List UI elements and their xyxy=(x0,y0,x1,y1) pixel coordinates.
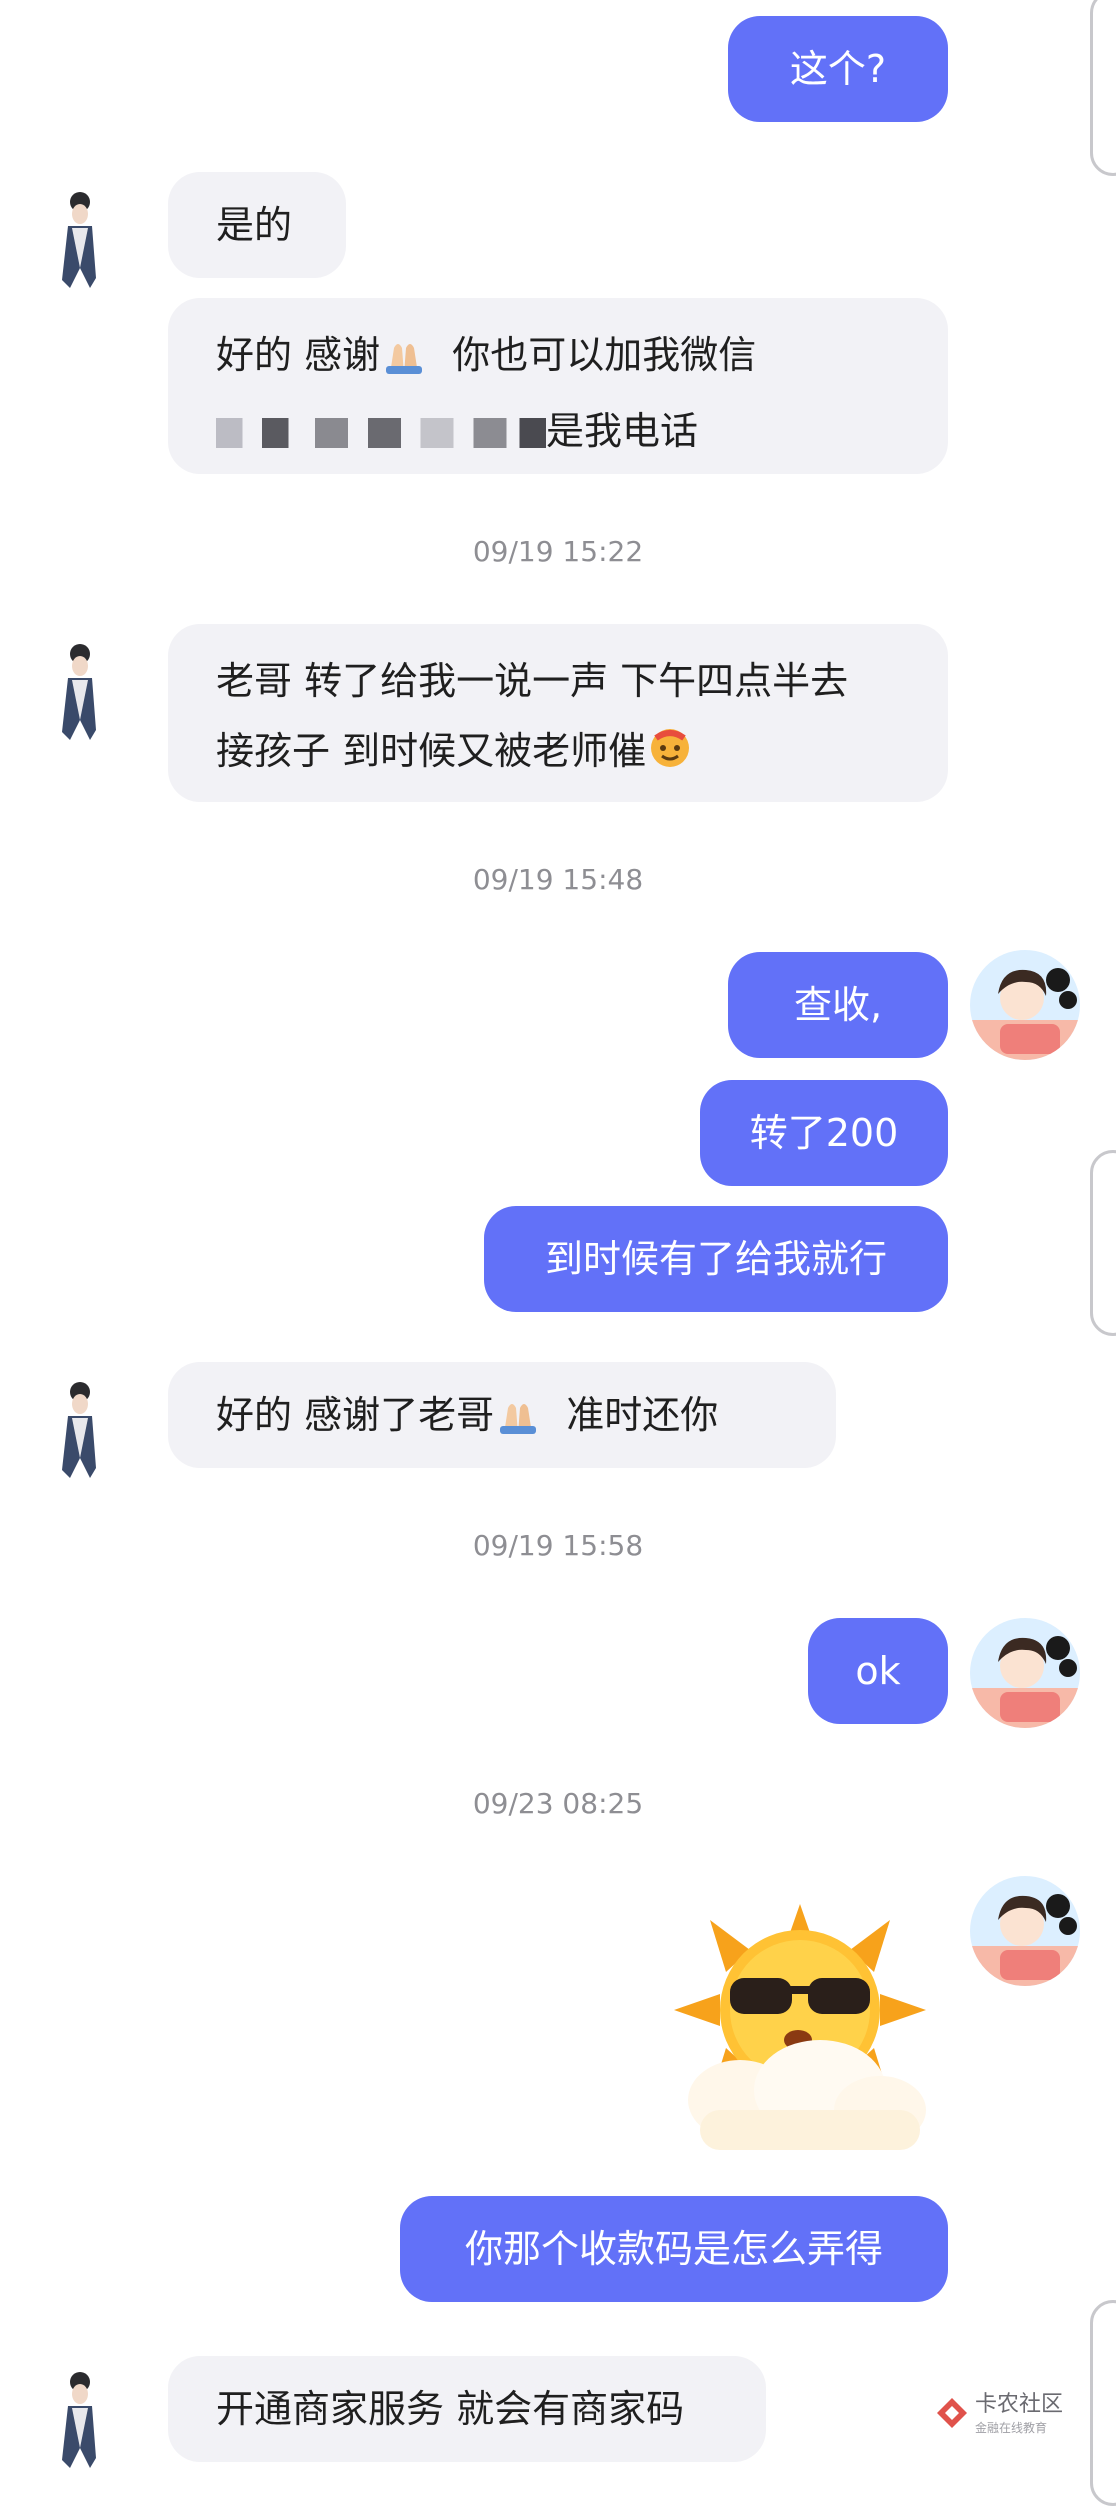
message-bubble-received[interactable]: 老哥 转了给我一说一声 下午四点半去 接孩子 到时候又被老师催 xyxy=(168,624,948,802)
contact-avatar[interactable] xyxy=(50,1378,110,1488)
contact-avatar[interactable] xyxy=(50,2368,110,2478)
timestamp: 09/19 15:48 xyxy=(472,863,644,896)
message-bubble-sent[interactable]: 到时候有了给我就行 xyxy=(484,1206,948,1312)
edge-tab-top[interactable] xyxy=(1090,0,1116,176)
watermark-title: 卡农社区 xyxy=(975,2392,1064,2417)
timestamp: 09/23 08:25 xyxy=(472,1787,644,1820)
watermark-icon xyxy=(937,2398,967,2428)
edge-tab-middle[interactable] xyxy=(1090,1150,1116,1336)
message-bubble-sent[interactable]: 转了200 xyxy=(700,1080,948,1186)
timestamp: 09/19 15:58 xyxy=(472,1529,644,1562)
user-avatar[interactable] xyxy=(970,1618,1080,1728)
message-bubble-sent[interactable]: 这个? xyxy=(728,16,948,122)
hot-face-emoji-icon xyxy=(646,722,694,792)
message-text: 好的 感谢 xyxy=(216,333,381,377)
message-bubble-received[interactable]: 好的 感谢 你也可以加我微信 是我电话 xyxy=(168,298,948,474)
message-bubble-received[interactable]: 开通商家服务 就会有商家码 xyxy=(168,2356,766,2462)
message-bubble-received[interactable]: 是的 xyxy=(168,172,346,278)
message-bubble-sent[interactable]: 你那个收款码是怎么弄得 xyxy=(400,2196,948,2302)
timestamp: 09/19 15:22 xyxy=(472,535,644,568)
message-text: 接孩子 到时候又被老师催 xyxy=(216,729,647,773)
message-text: 你也可以加我微信 xyxy=(452,333,757,377)
user-avatar[interactable] xyxy=(970,1876,1080,1986)
message-line: 好的 感谢 你也可以加我微信 xyxy=(216,320,948,396)
message-text: 准时还你 xyxy=(566,1393,719,1437)
contact-avatar[interactable] xyxy=(50,188,110,298)
message-bubble-received[interactable]: 好的 感谢了老哥 准时还你 xyxy=(168,1362,836,1468)
message-line: 是我电话 xyxy=(216,396,948,466)
edge-tab-bottom[interactable] xyxy=(1090,2300,1116,2506)
message-bubble-sent[interactable]: ok xyxy=(808,1618,948,1724)
redacted-number xyxy=(216,418,546,448)
watermark-subtitle: 金融在线教育 xyxy=(975,2421,1048,2435)
contact-avatar[interactable] xyxy=(50,640,110,750)
message-line: 接孩子 到时候又被老师催 xyxy=(216,716,948,792)
folded-hands-icon xyxy=(380,326,428,396)
sun-with-sunglasses-sticker[interactable] xyxy=(670,1900,930,2160)
watermark-logo: 卡农社区 金融在线教育 xyxy=(935,2388,1075,2448)
message-text: 好的 感谢了老哥 xyxy=(216,1393,495,1437)
message-text: 是我电话 xyxy=(546,409,699,453)
message-line: 老哥 转了给我一说一声 下午四点半去 xyxy=(216,659,849,703)
message-bubble-sent[interactable]: 查收, xyxy=(728,952,948,1058)
folded-hands-icon xyxy=(494,1368,542,1474)
user-avatar[interactable] xyxy=(970,950,1080,1060)
